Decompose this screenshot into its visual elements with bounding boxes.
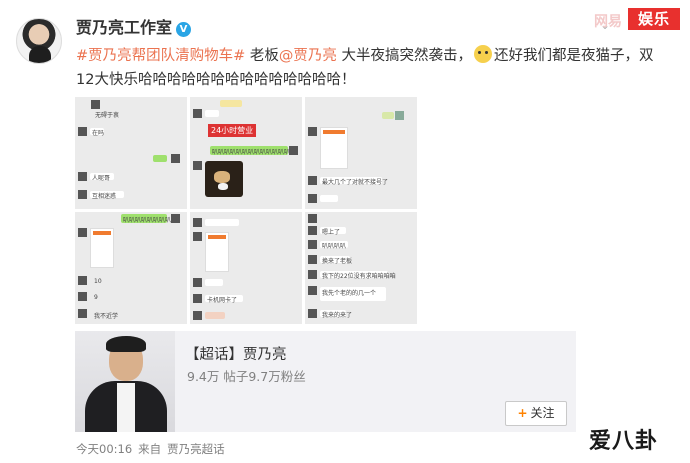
chat-bubble	[382, 112, 394, 119]
super-topic-stats: 9.4万 帖子9.7万粉丝	[187, 369, 306, 384]
author-name-text[interactable]: 贾乃亮工作室	[76, 18, 172, 37]
chat-bubble	[205, 219, 239, 226]
chat-bubble	[205, 312, 225, 319]
plus-icon: +	[517, 406, 528, 420]
chat-text: 在吗	[92, 130, 105, 137]
chat-avatar	[193, 294, 202, 303]
chat-text: 互相迷惑	[92, 193, 117, 200]
chat-text: 人呢哥	[92, 175, 111, 182]
chat-avatar	[308, 127, 317, 136]
photo-figure	[117, 383, 135, 432]
super-topic-card[interactable]: 【超话】贾乃亮 9.4万 帖子9.7万粉丝 + 关注	[75, 331, 576, 432]
chat-avatar	[308, 226, 317, 235]
chat-avatar	[91, 100, 100, 109]
chat-bubble-self	[153, 155, 167, 162]
chat-text: 最大几个了对就不接号了	[322, 179, 389, 186]
chat-avatar	[78, 172, 87, 181]
shopping-card-image	[90, 228, 114, 268]
chat-text: 无碍于衷	[95, 112, 120, 119]
chat-bubble	[205, 279, 223, 286]
post-image-3[interactable]: 最大几个了对就不接号了	[305, 97, 417, 209]
chat-avatar	[289, 146, 298, 155]
post-text-segment: 老板	[245, 48, 279, 64]
chat-avatar	[171, 214, 180, 223]
author-name[interactable]: 贾乃亮工作室 V	[76, 14, 192, 38]
chat-avatar	[78, 127, 87, 136]
chat-bubble	[320, 195, 338, 202]
post-meta: 今天00:16 来自 贾乃亮超话	[76, 441, 225, 457]
chat-avatar	[193, 311, 202, 320]
chat-avatar	[308, 240, 317, 249]
chat-avatar	[78, 276, 87, 285]
post-image-1[interactable]: 无碍于衷 在吗 人呢哥 互相迷惑	[75, 97, 187, 209]
mention-link[interactable]: @贾乃亮	[279, 48, 337, 64]
watermark-ent-badge: 娱乐	[628, 8, 680, 30]
chat-text: 10	[94, 278, 102, 285]
watermark-bottom-text: 爱八卦	[589, 429, 659, 454]
chat-text: 我不近学	[94, 313, 119, 320]
doge-emoji-icon	[474, 45, 493, 63]
chat-avatar	[193, 161, 202, 170]
chat-avatar	[308, 270, 317, 279]
chat-avatar	[193, 218, 202, 227]
chat-text: 我下的22位没有求咱咱咱咱	[322, 273, 396, 280]
chat-text: 换来了老板	[322, 258, 353, 265]
post-text-segment: 大半夜搞突然袭击，	[336, 48, 473, 64]
chat-avatar	[308, 176, 317, 185]
chat-avatar	[193, 232, 202, 241]
super-topic-title[interactable]: 【超话】贾乃亮	[185, 343, 287, 364]
chat-text: 叭叭叭叭	[322, 243, 347, 250]
chat-text: 卡机网卡了	[207, 297, 238, 304]
chat-avatar	[193, 109, 202, 118]
follow-label: 关注	[530, 406, 555, 420]
post-time[interactable]: 今天00:16	[76, 442, 132, 456]
post-source-prefix: 来自	[138, 442, 162, 456]
super-topic-photo[interactable]	[75, 331, 175, 432]
chat-text: 叭叭叭叭叭叭叭叭	[123, 217, 172, 224]
chat-avatar	[193, 278, 202, 287]
chat-avatar	[308, 286, 317, 295]
chat-text: 嗯上了	[322, 229, 341, 236]
emoji-row	[220, 100, 242, 107]
chat-bubble	[205, 110, 219, 117]
shopping-card-image	[205, 232, 229, 272]
chat-avatar	[171, 154, 180, 163]
chat-avatar	[78, 228, 87, 237]
chat-avatar	[308, 194, 317, 203]
verified-v-icon: V	[176, 22, 192, 37]
chat-avatar	[78, 292, 87, 301]
watermark-bottom: 爱八卦	[589, 423, 658, 455]
watermark-faint: 网易	[594, 14, 622, 30]
chat-avatar	[395, 111, 404, 120]
dog-sticker-image	[205, 161, 243, 197]
chat-avatar	[78, 190, 87, 199]
author-avatar[interactable]	[16, 18, 62, 64]
follow-button[interactable]: + 关注	[505, 401, 567, 426]
chat-avatar	[308, 214, 317, 223]
post-source-link[interactable]: 贾乃亮超话	[167, 442, 225, 456]
topic-hashtag-link[interactable]: #贾乃亮帮团队清购物车#	[76, 48, 245, 64]
chat-red-badge: 24小时营业	[208, 124, 257, 137]
chat-avatar	[308, 255, 317, 264]
shopping-card-image	[320, 127, 348, 169]
chat-text: 9	[94, 294, 98, 301]
post-image-4[interactable]: 叭叭叭叭叭叭叭叭 10 9 我不近学	[75, 212, 187, 324]
chat-text: 我先个老的的几一个	[322, 290, 377, 297]
chat-avatar	[78, 309, 87, 318]
post-image-6[interactable]: 嗯上了 叭叭叭叭 换来了老板 我下的22位没有求咱咱咱咱 我先个老的的几一个 我…	[305, 212, 417, 324]
post-image-5[interactable]: 卡机网卡了	[190, 212, 302, 324]
post-text: #贾乃亮帮团队清购物车# 老板@贾乃亮 大半夜搞突然袭击， 还好我们都是夜猫子，双…	[76, 44, 656, 92]
photo-figure	[106, 336, 146, 352]
chat-text: 叭叭叭叭叭叭叭叭叭叭叭叭叭	[212, 149, 291, 156]
image-grid: 无碍于衷 在吗 人呢哥 互相迷惑 24小时营业 叭叭叭叭叭叭叭叭叭叭叭叭叭 最大…	[75, 97, 417, 324]
chat-avatar	[308, 309, 317, 318]
post-image-2[interactable]: 24小时营业 叭叭叭叭叭叭叭叭叭叭叭叭叭	[190, 97, 302, 209]
chat-text: 我来的来了	[322, 312, 353, 319]
